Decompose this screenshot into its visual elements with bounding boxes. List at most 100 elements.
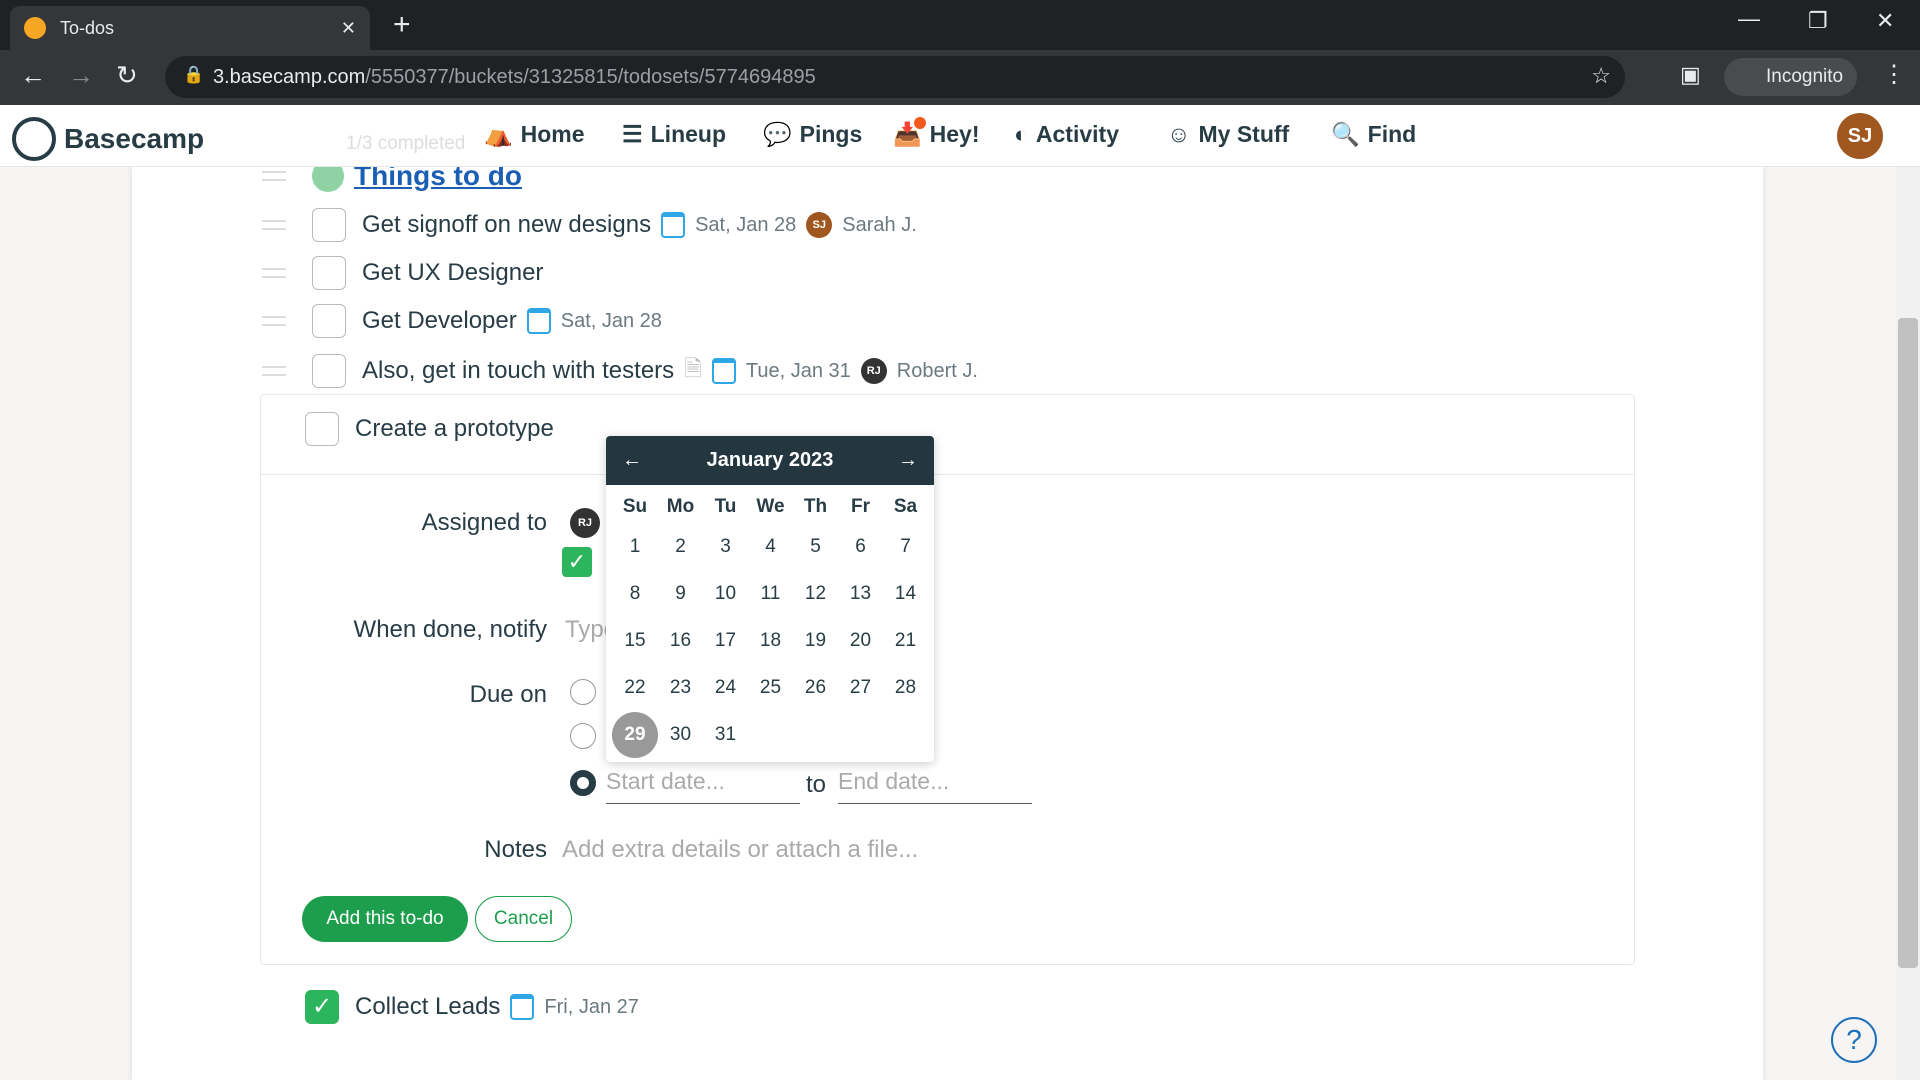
calendar-day[interactable]: 12 (793, 570, 838, 617)
calendar-day[interactable]: 24 (703, 664, 748, 711)
nav-home[interactable]: ⛺ Home (484, 121, 585, 148)
lineup-icon: ☰ (622, 121, 643, 147)
todo-title-value[interactable]: Create a prototype (355, 415, 554, 443)
calendar-day[interactable]: 21 (883, 617, 928, 664)
help-icon[interactable]: ? (1831, 1017, 1877, 1063)
calendar-day[interactable]: 10 (703, 570, 748, 617)
calendar-day[interactable]: 8 (612, 570, 658, 617)
start-date-input[interactable]: Start date... (606, 768, 800, 804)
assignee-chip[interactable]: RJ (570, 508, 600, 538)
menu-icon[interactable]: ⋮ (1882, 60, 1906, 89)
date-picker-header: ← January 2023 → (606, 436, 934, 485)
add-todo-button[interactable]: Add this to-do (302, 896, 468, 942)
basecamp-logo-icon (12, 117, 56, 161)
new-tab-icon[interactable]: + (393, 8, 411, 42)
calendar-day[interactable]: 5 (793, 523, 838, 570)
prev-month-arrow-icon[interactable]: ← (622, 449, 642, 472)
nav-find[interactable]: 🔍 Find (1331, 121, 1416, 148)
todo-checkbox-checked[interactable]: ✓ (305, 990, 339, 1024)
calendar-day[interactable]: 20 (838, 617, 883, 664)
drag-handle-icon[interactable] (262, 316, 286, 326)
restore-icon[interactable]: ❐ (1808, 8, 1828, 34)
calendar-day[interactable]: 11 (748, 570, 793, 617)
day-number: 20 (849, 629, 872, 651)
nav-activity[interactable]: ◐ Activity (1014, 121, 1119, 148)
calendar-day[interactable]: 7 (883, 523, 928, 570)
profile-button[interactable]: Incognito (1724, 58, 1858, 96)
scrollbar-thumb[interactable] (1898, 318, 1918, 968)
todo-checkbox[interactable] (305, 412, 339, 446)
day-number: 25 (759, 676, 782, 698)
todo-text[interactable]: Collect Leads (355, 993, 500, 1021)
todo-item: Get signoff on new designs Sat, Jan 28 S… (262, 208, 917, 242)
due-radio-range[interactable] (570, 770, 596, 796)
todo-title-input[interactable]: Create a prototype (305, 412, 554, 446)
todo-text[interactable]: Get Developer (362, 307, 517, 335)
calendar-day[interactable]: 6 (838, 523, 883, 570)
star-icon[interactable]: ☆ (1591, 63, 1611, 89)
calendar-day[interactable]: 1 (612, 523, 658, 570)
day-number: 28 (894, 676, 917, 698)
calendar-day[interactable]: 25 (748, 664, 793, 711)
calendar-day[interactable]: 15 (612, 617, 658, 664)
nav-label: Find (1367, 121, 1417, 147)
back-icon[interactable]: ← (20, 60, 46, 91)
basecamp-logo[interactable]: Basecamp (12, 117, 204, 161)
close-tab-icon[interactable]: ✕ (341, 18, 356, 39)
end-date-input[interactable]: End date... (838, 768, 1032, 804)
due-radio-none[interactable] (570, 679, 596, 705)
forward-icon[interactable]: → (68, 60, 94, 91)
todo-checkbox[interactable] (312, 304, 346, 338)
calendar-day[interactable]: 30 (658, 711, 703, 758)
drag-handle-icon[interactable] (262, 171, 286, 181)
calendar-day[interactable]: 16 (658, 617, 703, 664)
calendar-day[interactable]: 23 (658, 664, 703, 711)
todo-checkbox[interactable] (312, 208, 346, 242)
nav-lineup[interactable]: ☰ Lineup (622, 121, 726, 148)
calendar-day[interactable]: 28 (883, 664, 928, 711)
drag-handle-icon[interactable] (262, 366, 286, 376)
notify-checkbox-checked[interactable]: ✓ (562, 547, 592, 577)
due-radio-date[interactable] (570, 723, 596, 749)
calendar-day[interactable]: 13 (838, 570, 883, 617)
calendar-day-today[interactable]: 29 (612, 711, 658, 758)
url-field[interactable]: 🔒 3.basecamp.com/5550377/buckets/3132581… (165, 56, 1625, 98)
user-avatar[interactable]: SJ (1837, 113, 1883, 159)
reload-icon[interactable]: ↻ (116, 60, 138, 91)
drag-handle-icon[interactable] (262, 268, 286, 278)
sidepanel-icon[interactable]: ▣ (1680, 62, 1701, 88)
calendar-day[interactable]: 26 (793, 664, 838, 711)
todo-text[interactable]: Also, get in touch with testers (362, 357, 674, 385)
drag-handle-icon[interactable] (262, 220, 286, 230)
minimize-icon[interactable]: — (1738, 6, 1760, 32)
calendar-day[interactable]: 17 (703, 617, 748, 664)
calendar-day[interactable]: 14 (883, 570, 928, 617)
next-month-arrow-icon[interactable]: → (898, 449, 918, 472)
browser-tab[interactable]: To-dos ✕ (10, 6, 370, 50)
notes-input[interactable]: Add extra details or attach a file... (562, 836, 918, 864)
todo-text[interactable]: Get signoff on new designs (362, 211, 651, 239)
nav-my-stuff[interactable]: ☺ My Stuff (1167, 121, 1289, 148)
calendar-day[interactable]: 2 (658, 523, 703, 570)
weekday-label: Mo (666, 496, 695, 517)
close-window-icon[interactable]: ✕ (1876, 8, 1894, 34)
todo-item: Also, get in touch with testers 🗎 Tue, J… (262, 352, 978, 390)
calendar-day[interactable]: 22 (612, 664, 658, 711)
calendar-day[interactable]: 19 (793, 617, 838, 664)
day-number: 14 (894, 582, 917, 604)
assignee-name: Robert J. (896, 359, 978, 382)
calendar-day[interactable]: 3 (703, 523, 748, 570)
cancel-button[interactable]: Cancel (475, 896, 572, 942)
calendar-day[interactable]: 9 (658, 570, 703, 617)
calendar-day[interactable]: 31 (703, 711, 748, 758)
todo-checkbox[interactable] (312, 256, 346, 290)
nav-label: Lineup (650, 121, 727, 147)
calendar-day[interactable]: 4 (748, 523, 793, 570)
calendar-day[interactable]: 18 (748, 617, 793, 664)
calendar-day[interactable]: 27 (838, 664, 883, 711)
notes-label: Notes (484, 836, 547, 863)
todo-text[interactable]: Get UX Designer (362, 259, 543, 287)
nav-pings[interactable]: 💬 Pings (763, 121, 862, 148)
nav-hey[interactable]: 📥 Hey! (893, 117, 980, 148)
todo-checkbox[interactable] (312, 354, 346, 388)
